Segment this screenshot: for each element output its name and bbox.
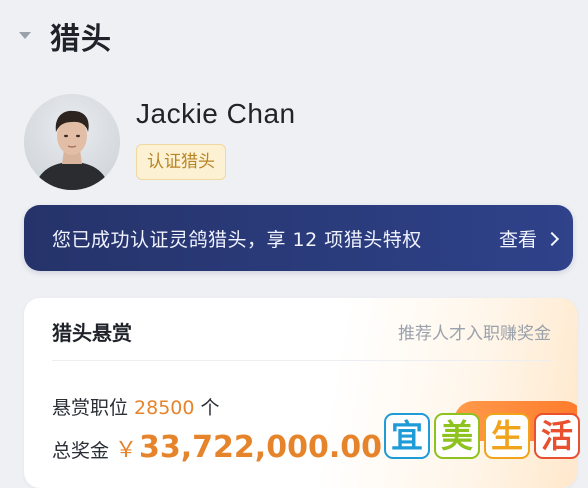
watermark-char: 活 [541,417,573,455]
watermark-char: 生 [491,417,523,455]
chevron-right-icon [544,231,560,247]
section-header[interactable]: 猎头 [0,0,588,78]
privilege-banner[interactable]: 您已成功认证灵鸽猎头，享 12 项猎头特权 查看 [24,205,573,271]
section-title: 猎头 [50,22,112,57]
view-privileges-link[interactable]: 查看 [498,225,560,252]
positions-unit: 个 [200,397,220,419]
watermark-logo: 宜美生活 [384,413,580,459]
bounty-positions-row: 悬赏职位 28500 个 [52,393,219,420]
currency-symbol: ￥ [115,438,138,463]
avatar[interactable] [24,94,120,190]
verified-headhunter-badge: 认证猎头 [136,144,226,180]
total-amount: 33,722,000.00 [139,430,382,465]
privilege-banner-text: 您已成功认证灵鸽猎头，享 12 项猎头特权 [52,229,422,251]
view-link-label: 查看 [498,229,537,251]
bounty-card-title: 猎头悬赏 [52,321,132,345]
watermark-char: 宜 [391,417,423,455]
total-label: 总奖金 [52,440,110,462]
watermark-char: 美 [441,417,473,455]
bounty-card-subtitle: 推荐人才入职赚奖金 [398,324,551,344]
user-name: Jackie Chan [136,98,296,129]
divider [52,360,551,361]
bounty-total-row: 总奖金 ￥33,722,000.00 [52,430,382,465]
positions-count: 28500 [134,397,195,419]
caret-down-icon[interactable] [19,32,31,39]
avatar-image [24,94,120,190]
positions-label: 悬赏职位 [52,397,129,419]
